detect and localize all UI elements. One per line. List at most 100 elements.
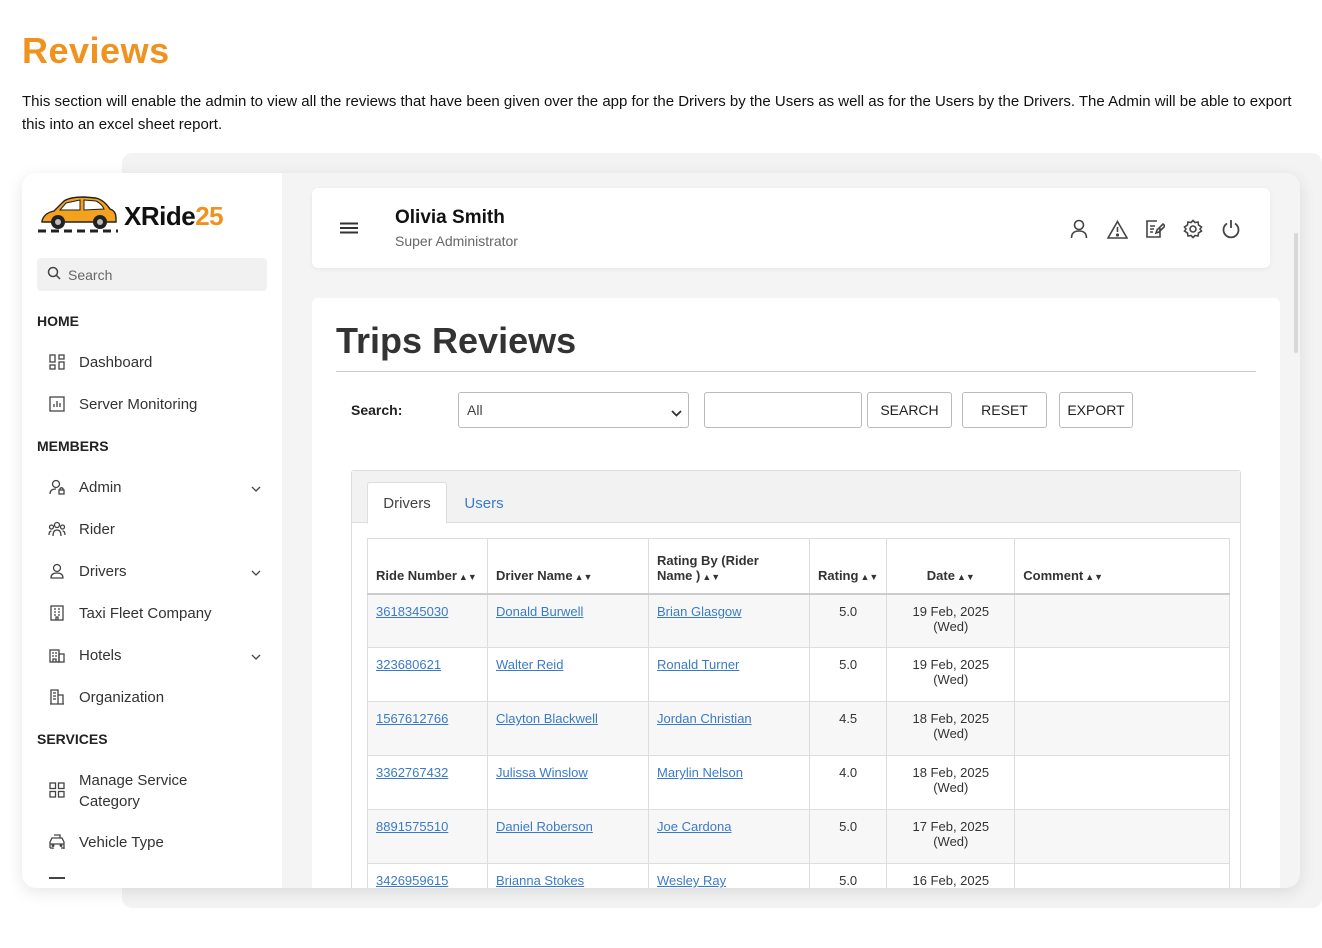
tab-users[interactable]: Users [452,482,516,524]
dashboard-icon [47,352,67,372]
date-cell: 16 Feb, 2025 [886,863,1016,888]
search-input[interactable] [704,392,862,428]
search-icon [47,266,68,283]
comment-cell [1014,701,1231,756]
driver-name-link[interactable]: Julissa Winslow [496,765,588,780]
organization-icon [47,687,67,707]
page-heading: Reviews [22,30,170,71]
taxi-icon [47,832,67,852]
rider-name-link[interactable]: Jordan Christian [657,711,752,726]
user-name: Olivia Smith [395,207,505,228]
section-services: SERVICES [37,731,108,747]
sort-icon: ▲▼ [574,571,593,582]
column-date[interactable]: Date ▲▼ [886,538,1016,595]
rider-name-link[interactable]: Ronald Turner [657,657,739,672]
section-home: HOME [37,313,79,329]
date-cell: 18 Feb, 2025 (Wed) [886,701,1016,756]
sidebar-item-vehicle-type[interactable]: Vehicle Type [47,832,267,852]
rider-name-link[interactable]: Wesley Ray [657,873,726,888]
filter-select[interactable]: All [458,392,689,428]
table-row: 3362767432 Julissa Winslow Marylin Nelso… [367,755,1231,810]
app-window: XRide25 Search HOME Dashboard Server Mon… [22,173,1300,888]
filter-selected-value: All [467,402,483,418]
date-cell: 18 Feb, 2025 (Wed) [886,755,1016,810]
driver-name-link[interactable]: Daniel Roberson [496,819,593,834]
sidebar-item-manage-service-category[interactable]: Manage Service Category [47,770,267,812]
gear-icon[interactable] [1182,218,1204,240]
scrollbar[interactable] [1294,233,1298,353]
sidebar-item-label: Vehicle Type [79,833,164,851]
ride-number-link[interactable]: 323680621 [376,657,441,672]
chevron-down-icon [251,647,261,664]
reviews-table: Ride Number ▲▼ Driver Name ▲▼ Rating By (R… [367,538,1231,888]
comment-cell [1014,647,1231,702]
driver-name-link[interactable]: Clayton Blackwell [496,711,598,726]
rating-cell: 5.0 [808,647,888,702]
sidebar-item-drivers[interactable]: Drivers [47,561,267,581]
car-logo-icon [36,191,120,242]
ride-number-link[interactable]: 3426959615 [376,873,448,888]
sidebar-item-organization[interactable]: Organization [47,687,267,707]
chevron-down-icon [671,404,682,420]
sort-icon: ▲▼ [458,571,477,582]
ride-number-link[interactable]: 3362767432 [376,765,448,780]
sidebar-item-label: Taxi Fleet Company [79,604,212,622]
driver-name-link[interactable]: Walter Reid [496,657,563,672]
column-rating-by[interactable]: Rating By (Rider Name ) ▲▼ [648,538,810,595]
search-placeholder: Search [68,266,113,283]
search-button[interactable]: SEARCH [867,392,952,428]
table-header-row: Ride Number ▲▼ Driver Name ▲▼ Rating By (R… [367,538,1231,595]
chart-icon [47,394,67,414]
group-icon [47,519,67,539]
tab-drivers[interactable]: Drivers [367,482,447,524]
rider-name-link[interactable]: Joe Cardona [657,819,731,834]
building-icon [47,603,67,623]
brand-logo[interactable]: XRide25 [36,191,224,242]
column-comment[interactable]: Comment ▲▼ [1014,538,1231,595]
table-row: 3426959615 Brianna Stokes Wesley Ray 5.0… [367,863,1231,888]
edit-note-icon[interactable] [1144,218,1166,240]
sidebar-item-admin[interactable]: Admin [47,477,267,497]
sidebar-item-server-monitoring[interactable]: Server Monitoring [47,394,267,414]
top-bar: Olivia Smith Super Administrator [312,188,1270,268]
reviews-card: Trips Reviews Search: All SEARCH RESET E… [312,298,1280,888]
reset-button[interactable]: RESET [962,392,1047,428]
comment-cell [1014,593,1231,648]
sidebar-item-label: Server Monitoring [79,395,198,413]
ride-number-link[interactable]: 3618345030 [376,604,448,619]
driver-name-link[interactable]: Brianna Stokes [496,873,584,888]
sidebar-search-input[interactable]: Search [37,258,267,291]
tab-bar: Drivers Users [352,471,1240,524]
sidebar-item-dashboard[interactable]: Dashboard [47,352,267,372]
ride-number-link[interactable]: 1567612766 [376,711,448,726]
sidebar: XRide25 Search HOME Dashboard Server Mon… [22,173,282,888]
sidebar-item-label: Hotels [79,646,122,664]
rider-name-link[interactable]: Brian Glasgow [657,604,742,619]
date-cell: 19 Feb, 2025 (Wed) [886,593,1016,648]
profile-icon[interactable] [1068,218,1090,240]
column-driver-name[interactable]: Driver Name ▲▼ [487,538,649,595]
ride-number-link[interactable]: 8891575510 [376,819,448,834]
sidebar-item-rider[interactable]: Rider [47,519,267,539]
page-description: This section will enable the admin to vi… [22,93,1292,133]
export-button[interactable]: EXPORT [1059,392,1133,428]
sidebar-item-label: Manage Service Category [79,772,188,810]
sidebar-item-label: Drivers [79,562,127,580]
table-row: 8891575510 Daniel Roberson Joe Cardona 5… [367,809,1231,864]
column-ride-number[interactable]: Ride Number ▲▼ [367,538,488,595]
comment-cell [1014,863,1231,888]
sidebar-item-label: Admin [79,478,122,496]
sidebar-item-hotels[interactable]: Hotels [47,645,267,665]
warning-icon[interactable] [1106,218,1128,240]
date-cell: 17 Feb, 2025 (Wed) [886,809,1016,864]
date-cell: 19 Feb, 2025 (Wed) [886,647,1016,702]
rating-cell: 5.0 [808,863,888,888]
sidebar-item-taxi-fleet-company[interactable]: Taxi Fleet Company [47,603,267,623]
power-icon[interactable] [1220,218,1242,240]
column-rating[interactable]: Rating ▲▼ [808,538,888,595]
next-item-icon [49,877,65,879]
driver-name-link[interactable]: Donald Burwell [496,604,583,619]
menu-icon[interactable] [340,221,358,239]
rider-name-link[interactable]: Marylin Nelson [657,765,743,780]
table-row: 1567612766 Clayton Blackwell Jordan Chri… [367,701,1231,756]
